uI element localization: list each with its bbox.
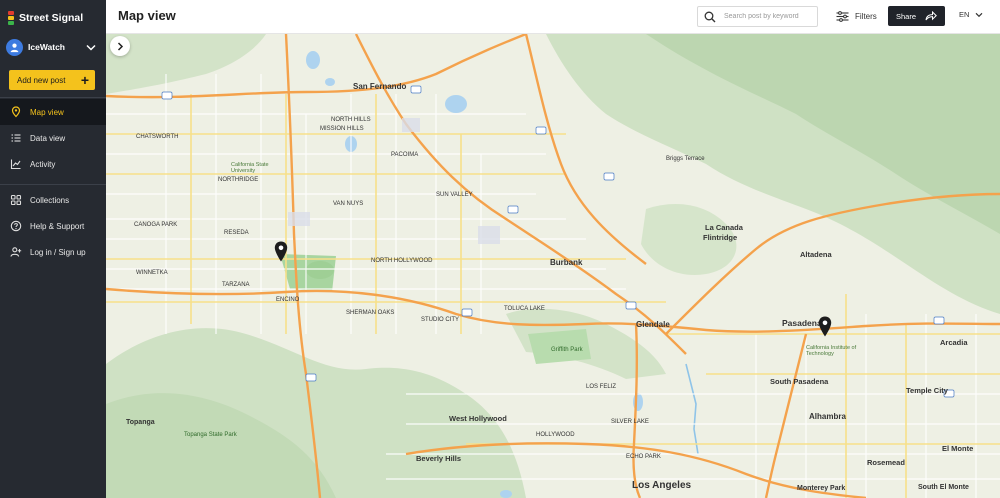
map-label: Rosemead [867, 458, 905, 467]
map-label: HOLLYWOOD [536, 432, 575, 438]
report-pin[interactable] [818, 316, 832, 342]
add-post-label: Add new post [17, 75, 66, 85]
chevron-down-icon [86, 44, 96, 51]
list-icon [10, 132, 22, 144]
map-label: MISSION HILLS [320, 126, 364, 132]
map-label: PACOIMA [391, 152, 419, 158]
map-canvas[interactable]: San Fernando Burbank Glendale Pasadena L… [106, 34, 1000, 498]
map-label: TARZANA [222, 282, 250, 288]
primary-nav: Map view Data view Activity [0, 99, 106, 177]
help-icon [10, 220, 22, 232]
map-label: Pasadena [782, 318, 822, 328]
map-label: Flintridge [703, 233, 738, 242]
search-input[interactable] [724, 13, 814, 20]
nav-item-map-view[interactable]: Map view [0, 99, 106, 125]
account-name: IceWatch [28, 42, 66, 52]
nav-item-activity[interactable]: Activity [0, 151, 106, 177]
share-label: Share [896, 11, 917, 21]
map-marker-icon [274, 241, 288, 262]
secondary-nav: Collections Help & Support Log in / Sign… [0, 187, 106, 265]
top-header: Map view Filters Share EN [106, 0, 1000, 34]
map-label: NORTHRIDGE [218, 177, 259, 183]
map-label: Glendale [636, 320, 670, 329]
sidebar-collapse-button[interactable] [110, 36, 130, 56]
map-label: WINNETKA [136, 270, 168, 276]
map-label: NORTH HILLS [331, 117, 371, 123]
nav-item-login-signup[interactable]: Log in / Sign up [0, 239, 106, 265]
map-label: CHATSWORTH [136, 134, 179, 140]
add-new-post-button[interactable]: Add new post + [9, 70, 95, 90]
nav-label: Map view [30, 107, 64, 117]
nav-item-help-support[interactable]: Help & Support [0, 213, 106, 239]
nav-label: Data view [30, 133, 66, 143]
map-label: Arcadia [940, 338, 968, 347]
map-label: Altadena [800, 250, 832, 259]
sidebar: Street Signal IceWatch Add new post + Ma… [0, 0, 106, 498]
map-pin-icon [10, 106, 22, 118]
map-label: South El Monte [918, 484, 969, 491]
divider [0, 184, 106, 185]
map-label: Topanga [126, 419, 155, 426]
share-arrow-icon [925, 11, 937, 21]
user-avatar-icon [6, 38, 23, 56]
language-label: EN [959, 10, 970, 19]
map-label: San Fernando [353, 82, 407, 91]
map-label: California State University [231, 162, 269, 174]
map-label: ECHO PARK [626, 454, 661, 460]
app: Street Signal IceWatch Add new post + Ma… [0, 0, 1000, 498]
grid-icon [10, 194, 22, 206]
street-signal-logo-icon [8, 11, 14, 25]
brand-name: Street Signal [19, 12, 84, 24]
map-label: Beverly Hills [416, 454, 462, 463]
map-label: Burbank [550, 258, 583, 267]
map-marker-icon [818, 316, 832, 337]
map-label: STUDIO CITY [421, 317, 460, 323]
nav-label: Help & Support [30, 221, 85, 231]
map-label: Los Angeles [632, 480, 692, 491]
nav-label: Collections [30, 195, 70, 205]
map-label: TOLUCA LAKE [504, 306, 545, 312]
map-label: Griffith Park [551, 347, 583, 353]
chevron-right-icon [117, 41, 124, 51]
map-label: West Hollywood [449, 414, 507, 423]
map-label: SHERMAN OAKS [346, 310, 395, 316]
share-button[interactable]: Share [888, 6, 945, 26]
filters-button[interactable]: Filters [836, 8, 877, 24]
map-label: ENCINO [276, 297, 300, 303]
chevron-down-icon [975, 12, 983, 18]
map-label: SILVER LAKE [611, 419, 649, 425]
map-label: LOS FELIZ [586, 384, 617, 390]
nav-label: Log in / Sign up [30, 247, 86, 257]
map-label: NORTH HOLLYWOOD [371, 258, 433, 264]
map-label: Temple City [906, 386, 948, 395]
map-label: SUN VALLEY [436, 192, 473, 198]
nav-label: Activity [30, 159, 56, 169]
brand[interactable]: Street Signal [8, 10, 83, 26]
search-box[interactable] [697, 6, 818, 27]
activity-chart-icon [10, 158, 22, 170]
map-label: Monterey Park [797, 485, 846, 492]
account-switcher[interactable]: IceWatch [6, 37, 100, 57]
map-label: CANOGA PARK [134, 222, 178, 228]
map-label: South Pasadena [770, 377, 829, 386]
add-user-icon [10, 246, 22, 258]
map-label: Topanga State Park [184, 432, 237, 438]
map-label: Alhambra [809, 412, 846, 421]
map-label: RESEDA [224, 230, 249, 236]
plus-icon: + [80, 72, 89, 88]
nav-item-collections[interactable]: Collections [0, 187, 106, 213]
map-label: California Institute of Technology [806, 345, 857, 357]
divider [0, 97, 106, 98]
filters-label: Filters [855, 11, 877, 21]
nav-item-data-view[interactable]: Data view [0, 125, 106, 151]
language-selector[interactable]: EN [959, 10, 983, 19]
page-title: Map view [118, 8, 176, 23]
map-label: La Canada [705, 223, 743, 232]
filter-sliders-icon [836, 10, 849, 22]
map-label: VAN NUYS [333, 201, 364, 207]
map-label: El Monte [942, 444, 974, 453]
search-icon [704, 11, 716, 23]
report-pin[interactable] [274, 241, 288, 267]
map-label: Briggs Terrace [666, 156, 705, 162]
